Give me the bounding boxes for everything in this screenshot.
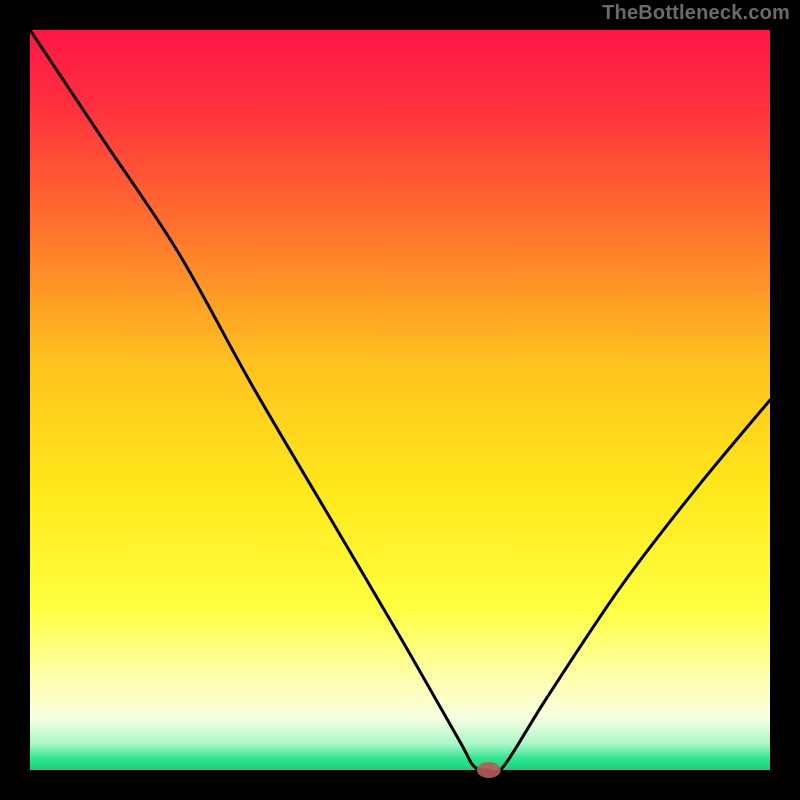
chart-frame: TheBottleneck.com xyxy=(0,0,800,800)
bottleneck-chart xyxy=(0,0,800,800)
watermark-text: TheBottleneck.com xyxy=(602,2,790,25)
optimal-marker xyxy=(477,762,501,778)
plot-background xyxy=(30,30,770,770)
